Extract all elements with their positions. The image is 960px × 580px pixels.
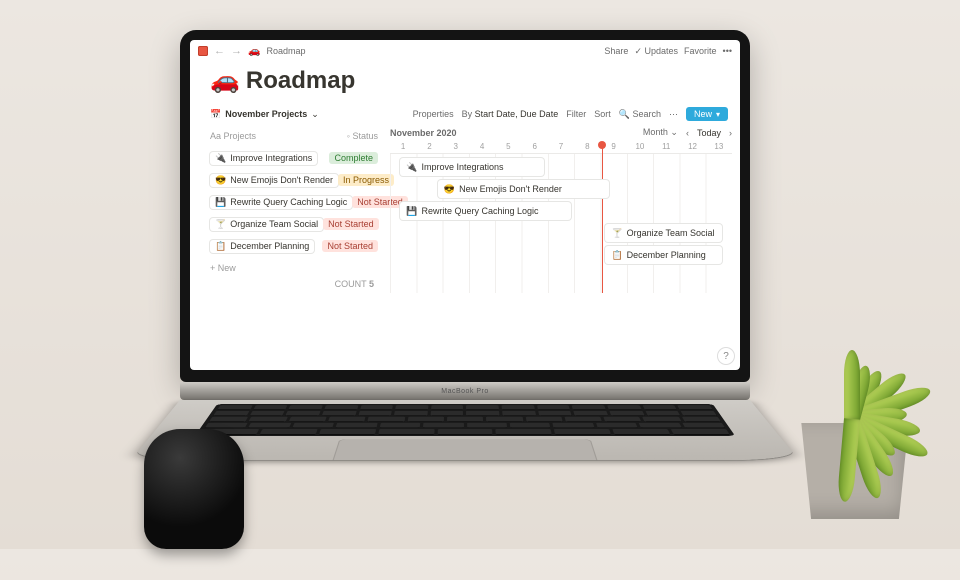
list-item[interactable]: 📋December Planning Not Started — [210, 235, 378, 257]
timeline-day: 13 — [706, 142, 732, 151]
more-button[interactable]: ••• — [723, 46, 732, 56]
prop-speaker — [144, 429, 244, 549]
view-options-button[interactable]: ⋯ — [669, 109, 678, 120]
page-emoji[interactable]: 🚗 — [210, 66, 240, 95]
project-chip[interactable]: 💾Rewrite Query Caching Logic — [210, 196, 352, 209]
chevron-down-icon: ⌄ — [311, 109, 319, 120]
app-window: ← → 🚗 Roadmap Share ✓ Updates Favorite •… — [190, 40, 740, 370]
laptop-trackpad — [331, 439, 598, 460]
share-button[interactable]: Share — [604, 46, 628, 56]
view-name: November Projects — [225, 109, 307, 119]
col-status[interactable]: ◦ Status — [347, 131, 378, 141]
timeline-day: 7 — [548, 142, 574, 151]
timeline-today[interactable]: Today — [697, 128, 721, 138]
list-item[interactable]: 🔌Improve Integrations Complete — [210, 147, 378, 169]
timeline: November 2020 Month ⌄ ‹ Today › 12345678… — [386, 121, 740, 361]
timeline-bar[interactable]: 📋December Planning — [605, 246, 721, 264]
nav-forward-button[interactable]: → — [231, 45, 242, 57]
breadcrumb-emoji: 🚗 — [248, 46, 260, 57]
timeline-day: 11 — [653, 142, 679, 151]
timeline-bar[interactable]: 😎New Emojis Don't Render — [438, 180, 609, 198]
timeline-next[interactable]: › — [729, 128, 732, 138]
timeline-day-scale: 12345678910111213 — [390, 142, 732, 151]
chevron-down-icon: ▾ — [716, 110, 720, 119]
status-badge[interactable]: Not Started — [322, 240, 378, 252]
sidebar-toggle-icon[interactable] — [198, 46, 208, 56]
page-header: 🚗 Roadmap — [190, 62, 740, 103]
timeline-day: 3 — [443, 142, 469, 151]
filter-button[interactable]: Filter — [566, 109, 586, 119]
project-list: Aa Projects ◦ Status 🔌Improve Integratio… — [190, 121, 386, 361]
timeline-day: 6 — [522, 142, 548, 151]
col-projects[interactable]: Aa Projects — [210, 131, 256, 141]
view-switcher[interactable]: 📅 November Projects ⌄ — [210, 109, 319, 120]
timeline-day: 5 — [495, 142, 521, 151]
prop-plant — [780, 369, 930, 519]
timeline-bar[interactable]: 💾Rewrite Query Caching Logic — [400, 202, 571, 220]
laptop-hinge: MacBook Pro — [180, 382, 750, 400]
timeline-day: 8 — [574, 142, 600, 151]
list-item[interactable]: 💾Rewrite Query Caching LogicNot Started — [210, 191, 378, 213]
timeline-scale[interactable]: Month ⌄ — [643, 127, 678, 138]
project-chip[interactable]: 🔌Improve Integrations — [210, 152, 317, 165]
properties-button[interactable]: Properties — [413, 109, 454, 119]
timeline-grid[interactable]: 🔌Improve Integrations 😎New Emojis Don't R… — [390, 153, 732, 293]
timeline-day: 12 — [679, 142, 705, 151]
timeline-now-marker — [598, 141, 606, 149]
help-button[interactable]: ? — [718, 348, 734, 364]
page-title[interactable]: Roadmap — [246, 67, 355, 95]
timeline-bar[interactable]: 🔌Improve Integrations — [400, 158, 544, 176]
timeline-day: 1 — [390, 142, 416, 151]
nav-back-button[interactable]: ← — [214, 45, 225, 57]
row-count: COUNT 5 — [210, 279, 378, 289]
project-chip[interactable]: 📋December Planning — [210, 240, 314, 253]
status-badge[interactable]: Not Started — [323, 218, 379, 230]
timeline-day: 10 — [627, 142, 653, 151]
sort-button[interactable]: Sort — [594, 109, 611, 119]
favorite-button[interactable]: Favorite — [684, 46, 717, 56]
project-chip[interactable]: 🍸Organize Team Social — [210, 218, 323, 231]
timeline-month: November 2020 — [390, 128, 457, 138]
calendar-icon: 📅 — [210, 109, 221, 120]
add-new-row[interactable]: + New — [210, 257, 378, 279]
status-badge[interactable]: Complete — [329, 152, 378, 164]
search-button[interactable]: 🔍 Search — [619, 109, 661, 120]
list-item[interactable]: 🍸Organize Team SocialNot Started — [210, 213, 378, 235]
project-chip[interactable]: 😎New Emojis Don't Render — [210, 174, 338, 187]
timeline-prev[interactable]: ‹ — [686, 128, 689, 138]
new-button[interactable]: New▾ — [686, 107, 728, 121]
list-item[interactable]: 😎New Emojis Don't RenderIn Progress — [210, 169, 378, 191]
view-toolbar: 📅 November Projects ⌄ Properties By Star… — [190, 103, 740, 121]
timeline-now-line — [602, 144, 603, 293]
timeline-day: 4 — [469, 142, 495, 151]
breadcrumb-title[interactable]: Roadmap — [266, 46, 305, 56]
topbar: ← → 🚗 Roadmap Share ✓ Updates Favorite •… — [190, 40, 740, 62]
groupby-button[interactable]: By Start Date, Due Date — [462, 109, 559, 119]
updates-button[interactable]: ✓ Updates — [634, 46, 678, 57]
timeline-day: 2 — [416, 142, 442, 151]
timeline-bar[interactable]: 🍸Organize Team Social — [605, 224, 721, 242]
